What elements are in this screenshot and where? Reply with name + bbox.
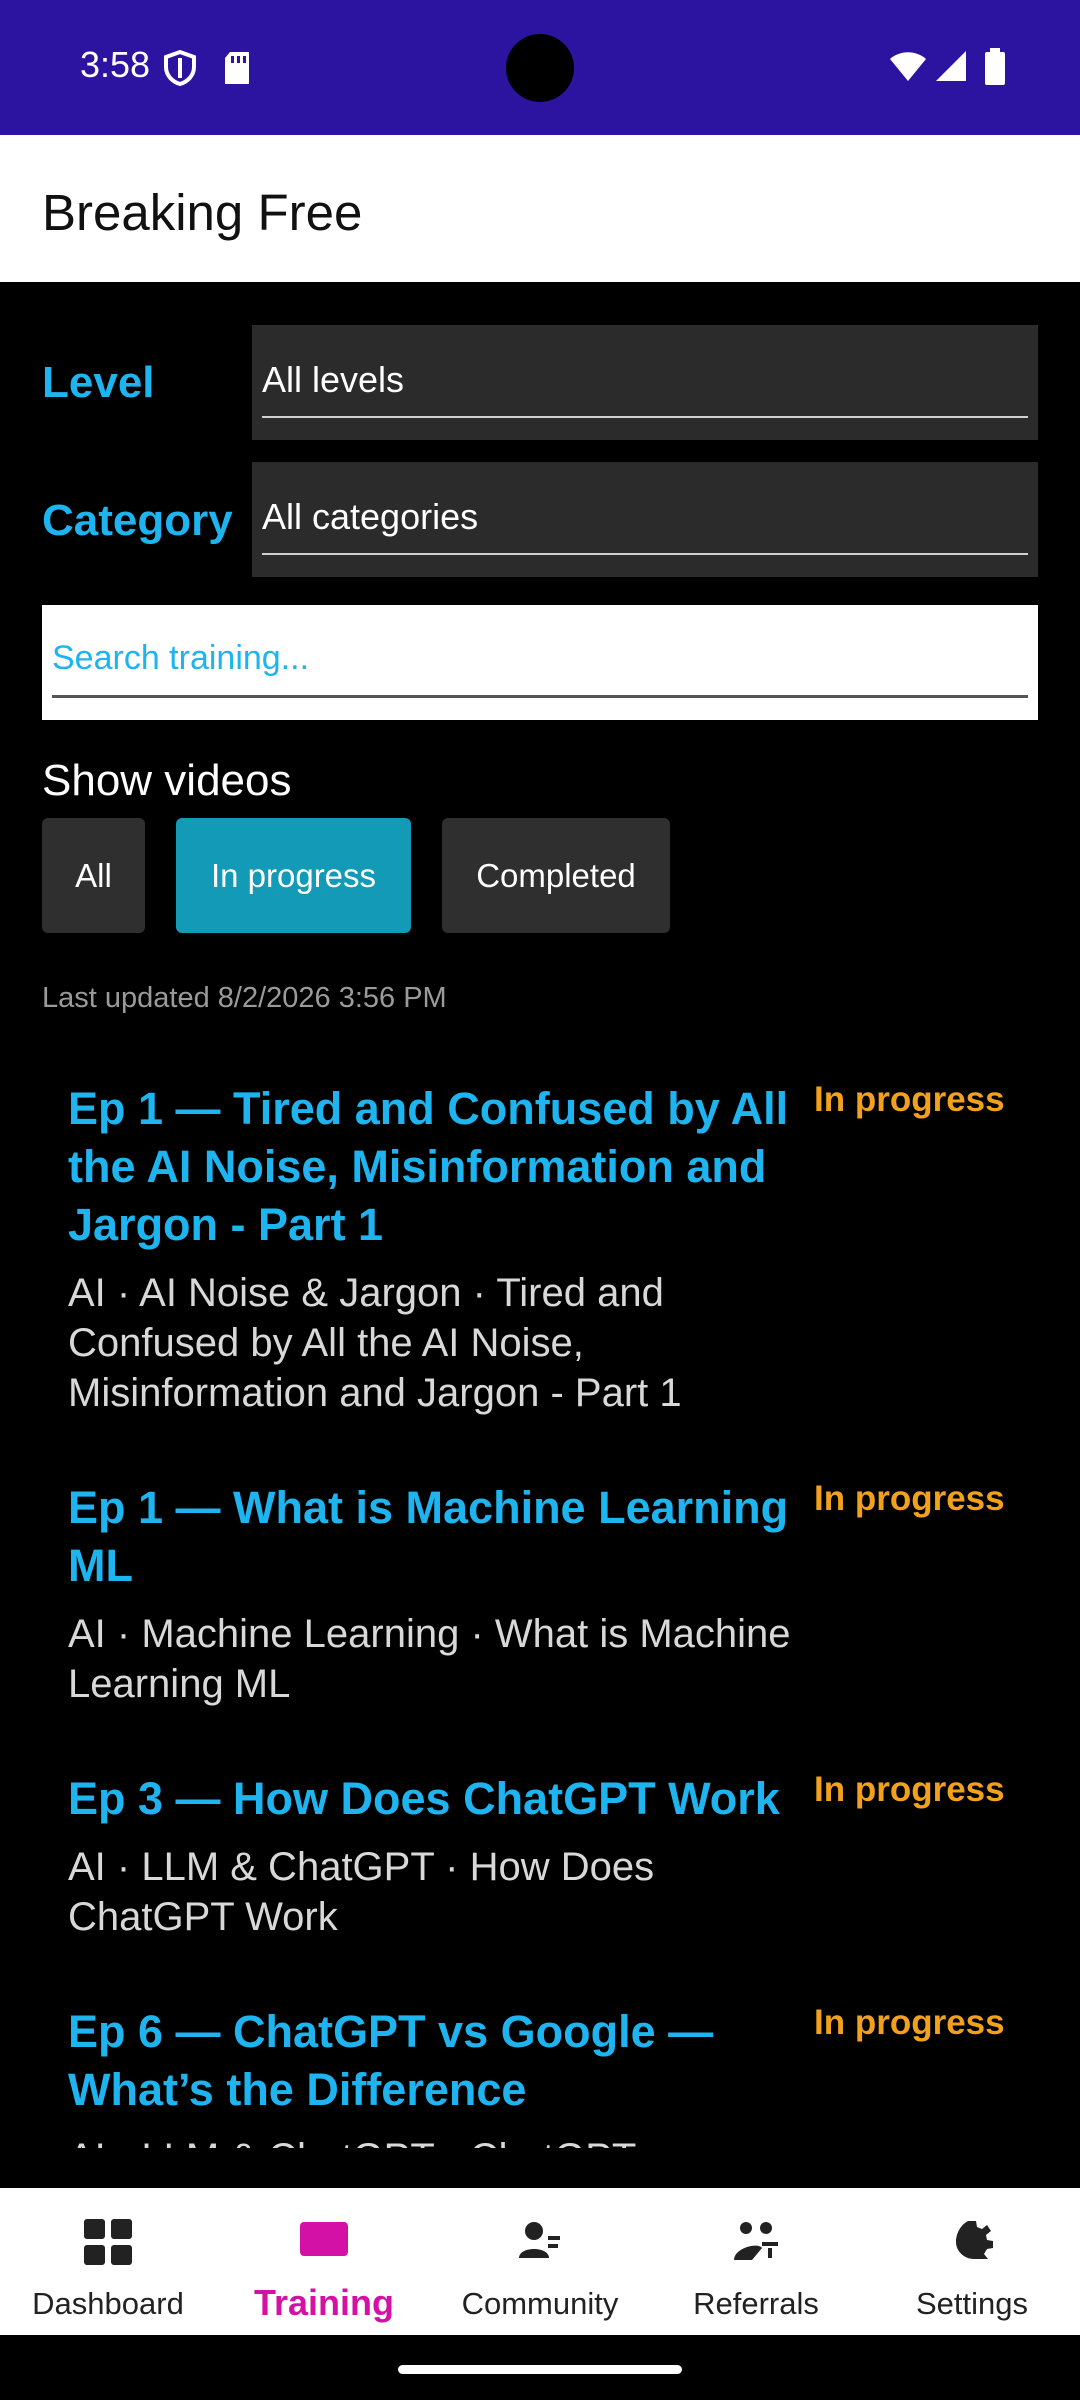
category-label: Category bbox=[42, 496, 233, 545]
training-item[interactable]: Ep 3 — How Does ChatGPT Work In progress… bbox=[68, 1770, 1068, 1942]
search-box bbox=[42, 605, 1038, 720]
level-select-underline bbox=[262, 416, 1028, 418]
nav-settings[interactable]: Settings bbox=[864, 2188, 1080, 2335]
nav-referrals-label: Referrals bbox=[693, 2286, 819, 2321]
nav-dashboard[interactable]: Dashboard bbox=[0, 2188, 216, 2335]
nav-referrals[interactable]: Referrals bbox=[648, 2188, 864, 2335]
filter-chip-in-progress[interactable]: In progress bbox=[176, 818, 411, 933]
training-item[interactable]: Ep 1 — What is Machine Learning ML In pr… bbox=[68, 1479, 1068, 1709]
training-item-description: AI · AI Noise & Jargon · Tired and Confu… bbox=[68, 1271, 682, 1415]
level-select-value: All levels bbox=[262, 359, 405, 400]
training-item[interactable]: Ep 6 — ChatGPT vs Google — What’s the Di… bbox=[68, 2003, 1068, 2148]
training-item-status: In progress bbox=[814, 2003, 1005, 2042]
bottom-navigation: Dashboard Training Community Referrals S… bbox=[0, 2188, 1080, 2335]
nav-settings-label: Settings bbox=[915, 2286, 1028, 2321]
status-bar: 3:58 bbox=[0, 0, 1080, 135]
app-bar: Breaking Free bbox=[0, 135, 1080, 282]
training-item-description: AI · LLM & ChatGPT · ChatGPT vs Google —… bbox=[68, 2133, 798, 2148]
search-input[interactable] bbox=[52, 633, 1028, 683]
nav-training-label: Training bbox=[253, 2282, 394, 2323]
category-select-value: All categories bbox=[262, 496, 479, 537]
shield-icon bbox=[164, 50, 196, 86]
sd-card-icon bbox=[225, 52, 249, 84]
app-title: Breaking Free bbox=[42, 184, 363, 241]
level-label: Level bbox=[42, 358, 155, 407]
training-item[interactable]: Ep 1 — Tired and Confused by All the AI … bbox=[68, 1080, 1068, 1418]
last-updated-text: Last updated 8/2/2026 3:56 PM bbox=[42, 982, 447, 1014]
training-item-status: In progress bbox=[814, 1080, 1005, 1119]
training-item-status: In progress bbox=[814, 1770, 1005, 1809]
training-icon bbox=[300, 2222, 348, 2256]
training-item-title: Ep 1 — What is Machine Learning ML bbox=[68, 1482, 789, 1591]
filter-chip-all[interactable]: All bbox=[42, 818, 145, 933]
dashboard-icon bbox=[84, 2219, 132, 2265]
community-icon bbox=[519, 2222, 560, 2258]
home-indicator[interactable] bbox=[398, 2365, 682, 2374]
nav-community[interactable]: Community bbox=[432, 2188, 648, 2335]
settings-icon bbox=[956, 2221, 993, 2259]
wifi-icon bbox=[890, 52, 926, 81]
training-list[interactable]: Ep 1 — Tired and Confused by All the AI … bbox=[0, 1060, 1080, 2148]
camera-cutout bbox=[506, 34, 574, 102]
training-item-description: AI · LLM & ChatGPT · How Does ChatGPT Wo… bbox=[68, 1845, 655, 1939]
signal-icon bbox=[936, 51, 966, 81]
training-item-status: In progress bbox=[814, 1479, 1005, 1518]
category-select-underline bbox=[262, 553, 1028, 555]
filter-chip-completed[interactable]: Completed bbox=[442, 818, 670, 933]
level-select[interactable]: All levels bbox=[252, 325, 1038, 440]
training-item-description: AI · Machine Learning · What is Machine … bbox=[68, 1612, 791, 1706]
search-underline bbox=[52, 695, 1028, 698]
referrals-icon bbox=[734, 2222, 778, 2260]
show-videos-title: Show videos bbox=[42, 756, 292, 805]
nav-community-label: Community bbox=[461, 2286, 619, 2321]
category-select[interactable]: All categories bbox=[252, 462, 1038, 577]
training-item-title: Ep 1 — Tired and Confused by All the AI … bbox=[68, 1083, 789, 1250]
battery-icon bbox=[985, 48, 1005, 85]
nav-dashboard-label: Dashboard bbox=[32, 2286, 184, 2321]
status-time: 3:58 bbox=[80, 44, 151, 85]
training-item-title: Ep 3 — How Does ChatGPT Work bbox=[68, 1773, 780, 1824]
training-item-title: Ep 6 — ChatGPT vs Google — What’s the Di… bbox=[68, 2006, 714, 2115]
nav-training[interactable]: Training bbox=[216, 2188, 432, 2335]
